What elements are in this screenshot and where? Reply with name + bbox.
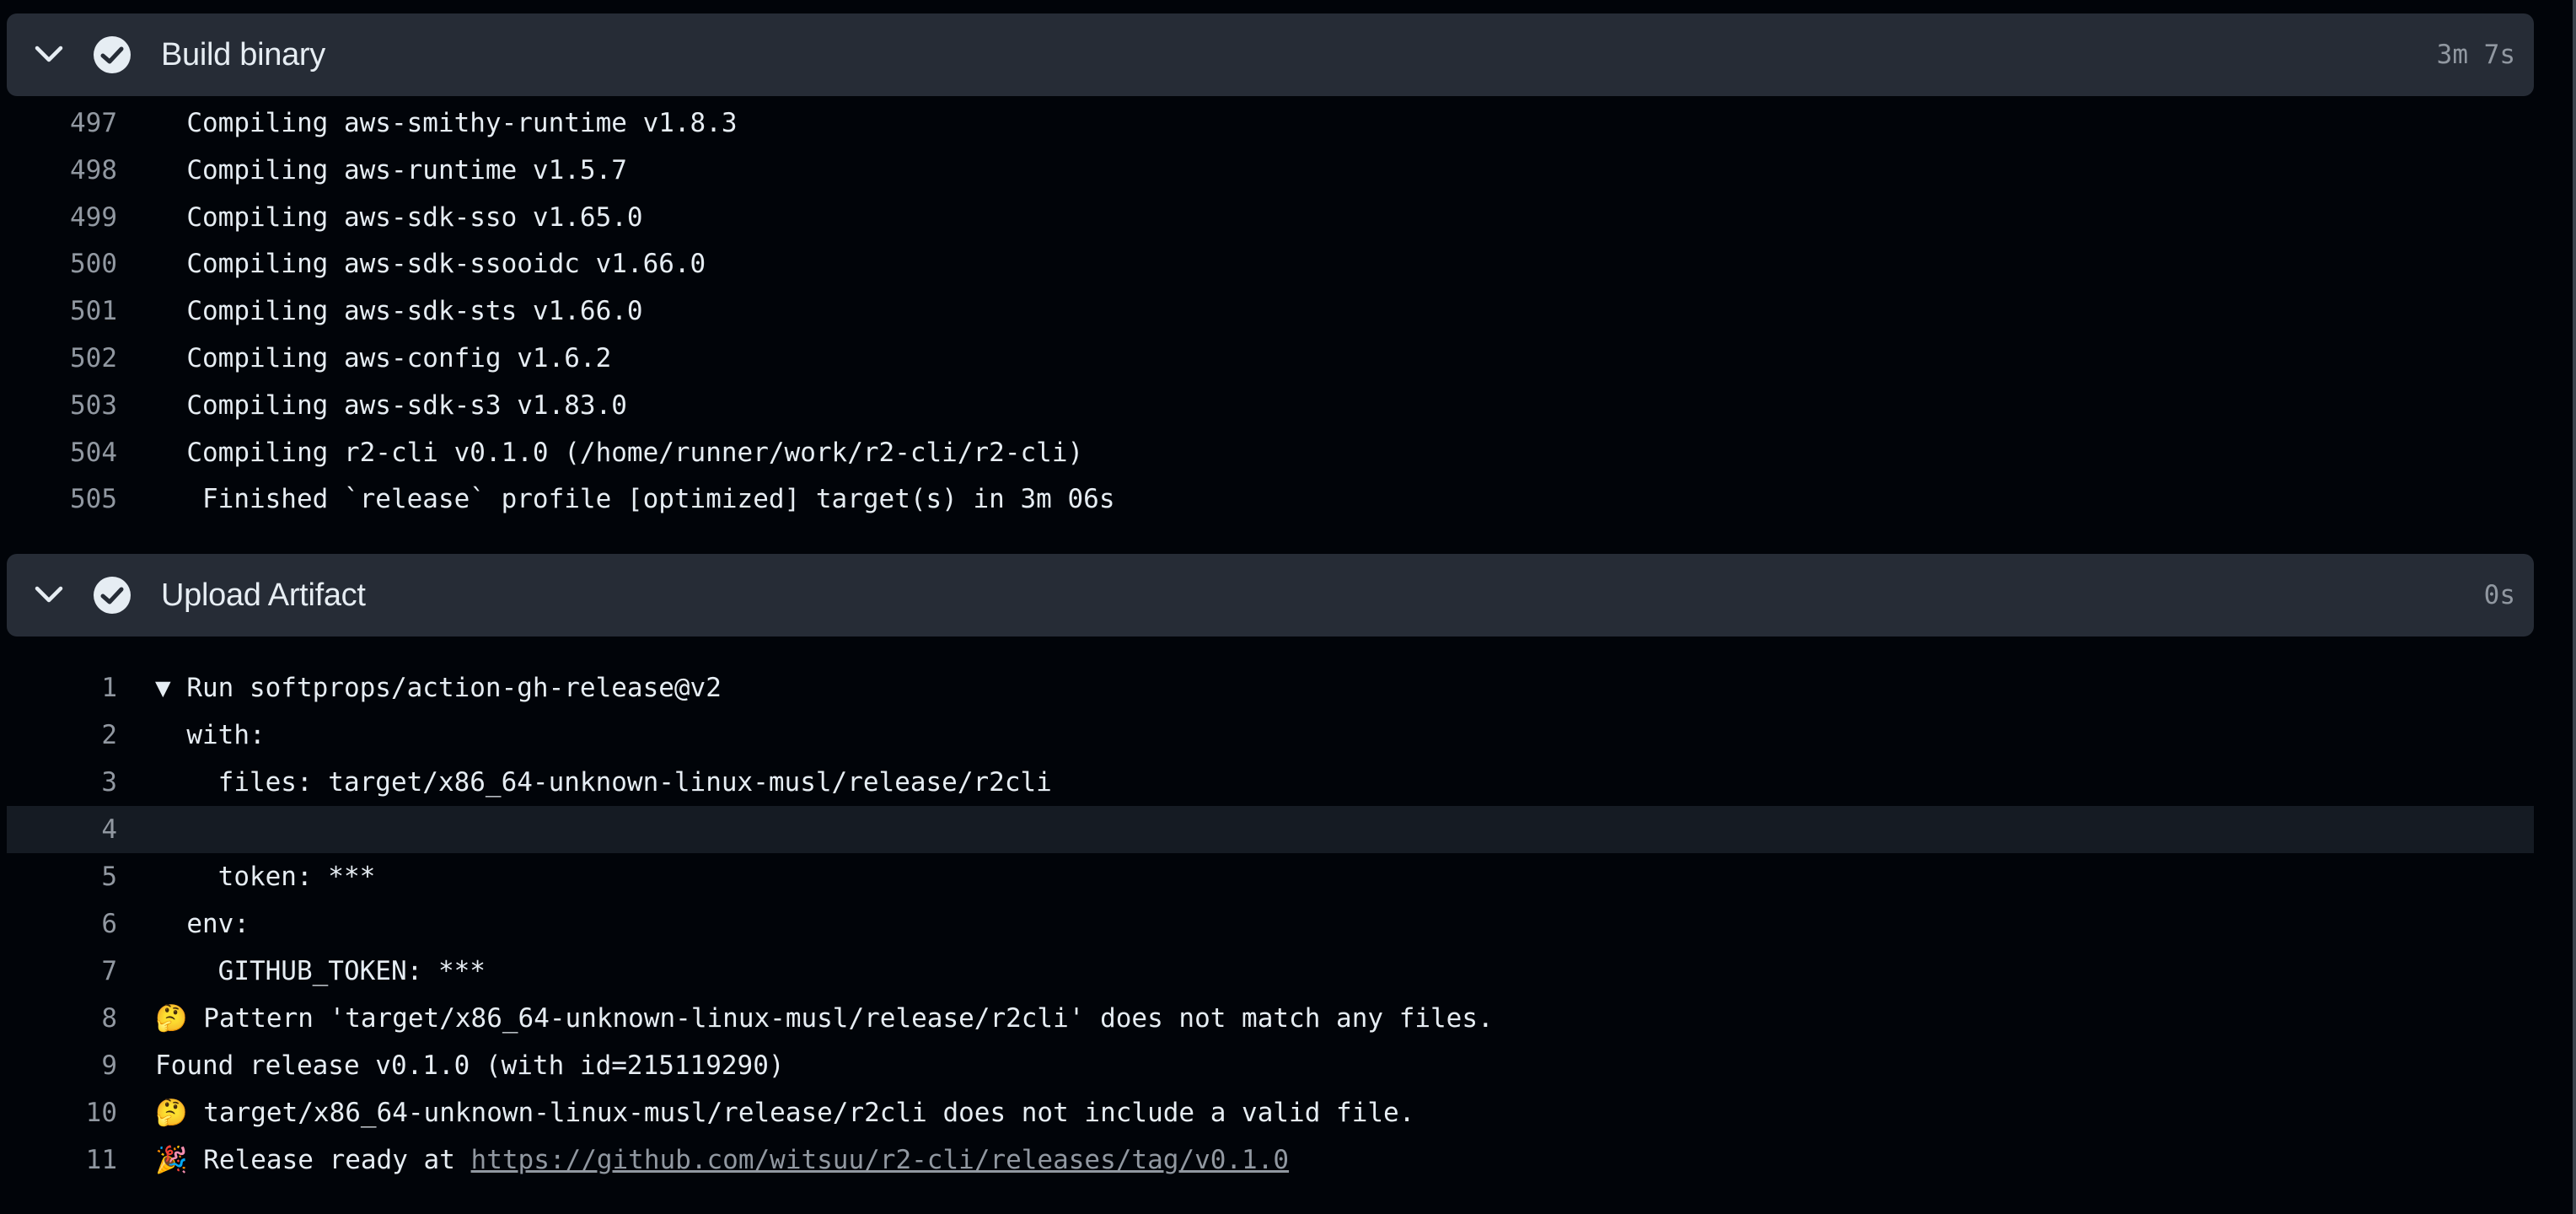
line-number[interactable]: 3	[7, 759, 117, 806]
line-number[interactable]: 5	[7, 853, 117, 900]
line-number[interactable]: 10	[7, 1089, 117, 1136]
log-text: 🎉 Release ready at https://github.com/wi…	[155, 1136, 1289, 1184]
log-line: 3 files: target/x86_64-unknown-linux-mus…	[7, 759, 2534, 806]
chevron-down-icon[interactable]	[32, 582, 66, 609]
log-line: 503 Compiling aws-sdk-s3 v1.83.0	[7, 383, 2534, 430]
log-line: 500 Compiling aws-sdk-ssooidc v1.66.0	[7, 241, 2534, 288]
line-number[interactable]: 503	[7, 383, 117, 430]
log-text: Compiling r2-cli v0.1.0 (/home/runner/wo…	[155, 437, 1084, 468]
line-number[interactable]: 11	[7, 1136, 117, 1184]
step-header-upload-artifact[interactable]: Upload Artifact 0s	[7, 554, 2534, 637]
line-number[interactable]: 8	[7, 995, 117, 1042]
line-number[interactable]: 498	[7, 148, 117, 195]
log-text: GITHUB_TOKEN: ***	[155, 956, 486, 986]
log-line: 497 Compiling aws-smithy-runtime v1.8.3	[7, 100, 2534, 148]
chevron-down-icon[interactable]	[32, 41, 66, 68]
log-build-binary: 497 Compiling aws-smithy-runtime v1.8.3 …	[7, 100, 2534, 524]
log-text: Compiling aws-runtime v1.5.7	[155, 154, 627, 185]
log-line-highlighted: 4	[7, 806, 2534, 853]
line-number[interactable]: 1	[7, 664, 117, 712]
log-text: 🤔 target/x86_64-unknown-linux-musl/relea…	[155, 1098, 1415, 1128]
line-number[interactable]: 497	[7, 100, 117, 148]
scrollbar[interactable]	[2573, 0, 2576, 1214]
log-text: Finished `release` profile [optimized] t…	[155, 484, 1115, 515]
line-number[interactable]: 501	[7, 288, 117, 336]
log-text: Compiling aws-sdk-s3 v1.83.0	[155, 389, 627, 421]
log-line: 10 🤔 target/x86_64-unknown-linux-musl/rel…	[7, 1089, 2534, 1136]
step-duration: 0s	[2483, 580, 2515, 610]
line-number[interactable]: 499	[7, 195, 117, 242]
log-line: 504 Compiling r2-cli v0.1.0 (/home/runne…	[7, 430, 2534, 477]
line-number[interactable]: 504	[7, 430, 117, 477]
log-line: 8 🤔 Pattern 'target/x86_64-unknown-linux-…	[7, 995, 2534, 1042]
log-line: 501 Compiling aws-sdk-sts v1.66.0	[7, 288, 2534, 336]
log-text: Compiling aws-sdk-ssooidc v1.66.0	[155, 249, 706, 280]
line-number[interactable]: 6	[7, 900, 117, 948]
release-link[interactable]: https://github.com/witsuu/r2-cli/release…	[471, 1145, 1290, 1175]
log-text: token: ***	[155, 862, 376, 892]
log-line: 6 env:	[7, 900, 2534, 948]
log-line: 5 token: ***	[7, 853, 2534, 900]
log-line: 502 Compiling aws-config v1.6.2	[7, 336, 2534, 383]
log-text: env:	[155, 909, 250, 939]
log-text: 🤔 Pattern 'target/x86_64-unknown-linux-m…	[155, 1003, 1494, 1034]
line-number[interactable]: 9	[7, 1042, 117, 1089]
log-text: files: target/x86_64-unknown-linux-musl/…	[155, 767, 1052, 798]
step-title: Build binary	[161, 37, 325, 73]
check-circle-icon	[94, 577, 131, 614]
step-title: Upload Artifact	[161, 577, 366, 613]
log-line: 505 Finished `release` profile [optimize…	[7, 476, 2534, 524]
log-text: Compiling aws-sdk-sso v1.65.0	[155, 201, 643, 233]
check-circle-icon	[94, 36, 131, 73]
log-line: 498 Compiling aws-runtime v1.5.7	[7, 148, 2534, 195]
line-number[interactable]: 2	[7, 712, 117, 759]
line-number[interactable]: 502	[7, 336, 117, 383]
log-text: Compiling aws-sdk-sts v1.66.0	[155, 296, 643, 327]
line-number[interactable]: 4	[7, 806, 117, 853]
log-text-prefix: 🎉 Release ready at	[155, 1145, 471, 1175]
log-line: 9 Found release v0.1.0 (with id=215119290…	[7, 1042, 2534, 1089]
log-upload-artifact: 1 ▼ Run softprops/action-gh-release@v2 2 …	[7, 664, 2534, 1184]
log-text: with:	[155, 720, 266, 750]
line-number[interactable]: 500	[7, 241, 117, 288]
log-group-toggle[interactable]: ▼ Run softprops/action-gh-release@v2	[155, 664, 722, 712]
step-header-build-binary[interactable]: Build binary 3m 7s	[7, 13, 2534, 96]
log-text: Found release v0.1.0 (with id=215119290)	[155, 1050, 785, 1081]
log-line: 499 Compiling aws-sdk-sso v1.65.0	[7, 195, 2534, 242]
log-line: 11 🎉 Release ready at https://github.com/…	[7, 1136, 2534, 1184]
log-line[interactable]: 1 ▼ Run softprops/action-gh-release@v2	[7, 664, 2534, 712]
log-line: 2 with:	[7, 712, 2534, 759]
log-line: 7 GITHUB_TOKEN: ***	[7, 948, 2534, 995]
line-number[interactable]: 7	[7, 948, 117, 995]
log-text: Compiling aws-smithy-runtime v1.8.3	[155, 108, 738, 138]
line-number[interactable]: 505	[7, 476, 117, 524]
step-duration: 3m 7s	[2436, 40, 2515, 70]
log-text: Compiling aws-config v1.6.2	[155, 342, 612, 373]
